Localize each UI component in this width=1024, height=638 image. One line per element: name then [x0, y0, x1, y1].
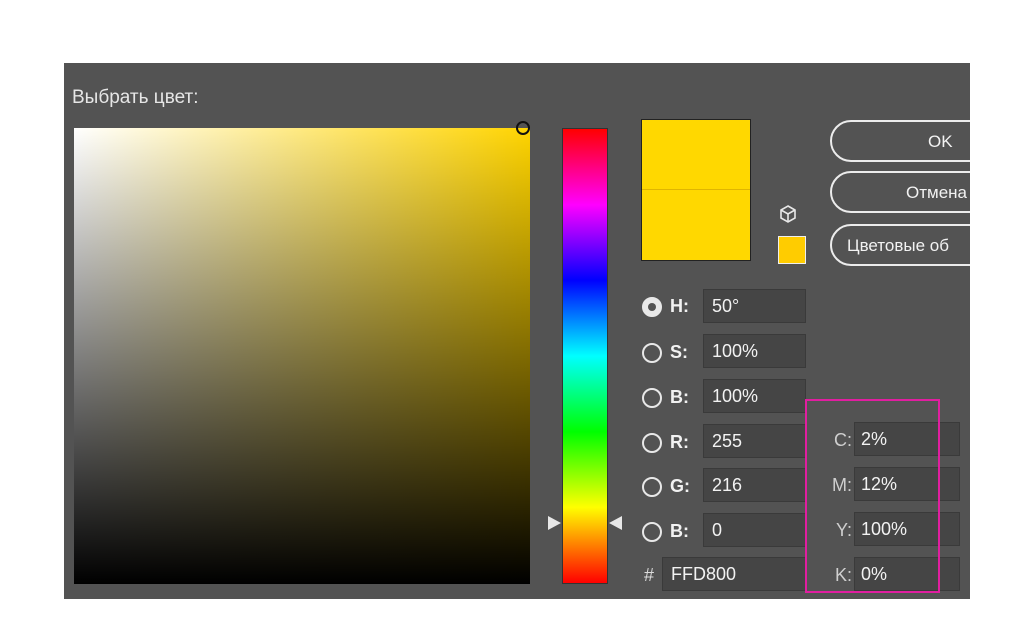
color-picker-dialog: Выбрать цвет: OK Отмена Цветовые об H: 5… — [64, 63, 970, 599]
hex-field[interactable]: FFD800 — [662, 557, 806, 591]
saturation-brightness-field[interactable] — [74, 128, 530, 584]
brightness-label: B: — [670, 387, 689, 407]
blue-label: B: — [670, 521, 689, 541]
blue-radio[interactable] — [642, 522, 662, 542]
web-safe-color-swatch[interactable] — [778, 236, 806, 264]
hex-label: # — [644, 565, 655, 585]
hue-slider-right-arrow[interactable] — [609, 516, 622, 530]
saturation-label: S: — [670, 342, 688, 362]
hue-slider-strip[interactable] — [562, 128, 608, 584]
saturation-radio[interactable] — [642, 343, 662, 363]
red-label: R: — [670, 432, 689, 452]
red-field[interactable]: 255 — [703, 424, 806, 458]
red-radio[interactable] — [642, 433, 662, 453]
green-radio[interactable] — [642, 477, 662, 497]
ok-button[interactable]: OK — [830, 120, 970, 162]
hue-label: H: — [670, 296, 689, 316]
saturation-field[interactable]: 100% — [703, 334, 806, 368]
current-color-swatch[interactable] — [642, 190, 750, 260]
color-swatches-button[interactable]: Цветовые об — [830, 224, 970, 266]
blue-field[interactable]: 0 — [703, 513, 806, 547]
cancel-button[interactable]: Отмена — [830, 171, 970, 213]
hue-field[interactable]: 50° — [703, 289, 806, 323]
color-preview — [641, 119, 751, 261]
hue-slider-left-arrow[interactable] — [548, 516, 561, 530]
brightness-radio[interactable] — [642, 388, 662, 408]
green-field[interactable]: 216 — [703, 468, 806, 502]
new-color-swatch — [642, 120, 750, 190]
cube-icon[interactable] — [778, 204, 798, 224]
green-label: G: — [670, 476, 690, 496]
cmyk-highlight-box — [805, 399, 940, 593]
dialog-title: Выбрать цвет: — [72, 87, 199, 108]
color-field-cursor[interactable] — [516, 121, 530, 135]
brightness-field[interactable]: 100% — [703, 379, 806, 413]
hue-radio[interactable] — [642, 297, 662, 317]
